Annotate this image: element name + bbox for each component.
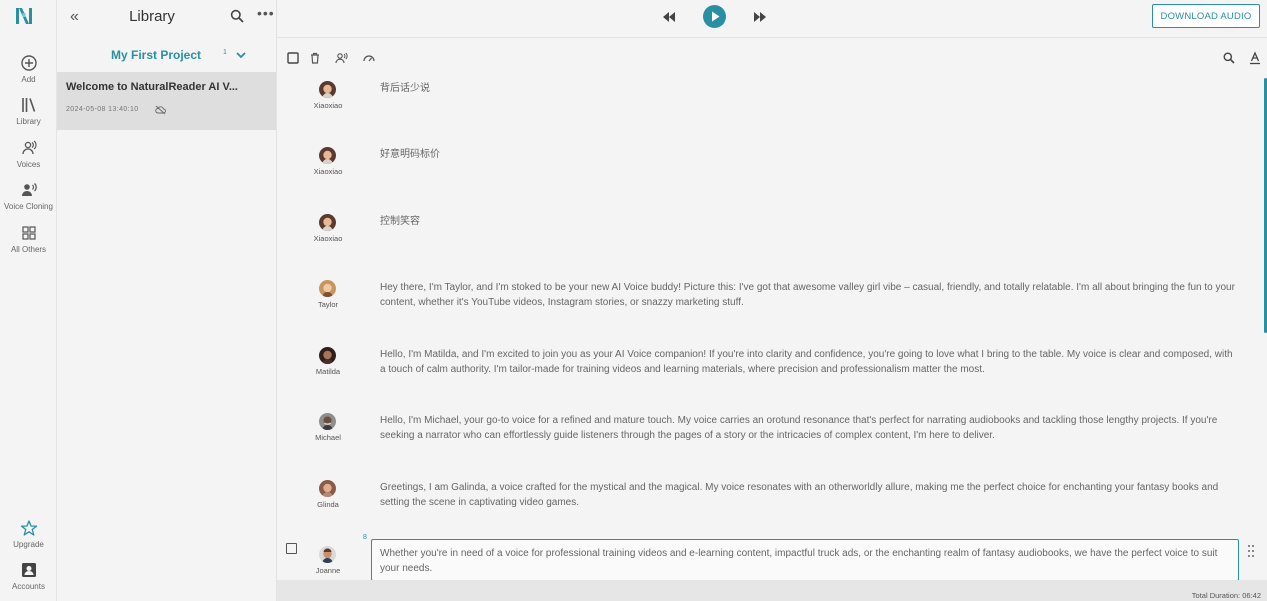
select-all-checkbox[interactable] [286, 51, 300, 65]
avatar[interactable] [319, 214, 336, 231]
voices-icon [21, 140, 36, 155]
search-icon[interactable] [230, 9, 244, 23]
avatar[interactable] [319, 546, 336, 563]
project-name[interactable]: My First Project [111, 48, 201, 62]
row-checkbox[interactable] [286, 543, 297, 554]
rail-accounts-label: Accounts [12, 582, 45, 591]
editor-toolbar [277, 46, 1267, 70]
document-editor: Xiaoxiao 背后话少说 Xiaoxiao 好意明码标价 Xiaoxiao … [277, 70, 1267, 580]
avatar[interactable] [319, 147, 336, 164]
app-logo-icon[interactable] [15, 7, 33, 25]
chevron-down-icon[interactable] [235, 49, 247, 61]
font-style-icon[interactable] [1248, 51, 1262, 65]
rail-voices[interactable]: Voices [0, 139, 57, 169]
avatar[interactable] [319, 81, 336, 98]
rail-library[interactable]: Library [0, 96, 57, 126]
library-header: « Library ••• [57, 0, 277, 34]
voice-assign-icon[interactable] [334, 51, 348, 65]
total-duration: Total Duration: 06:42 [1191, 591, 1261, 600]
rail-add[interactable]: Add [0, 54, 57, 84]
star-icon [20, 520, 37, 536]
document-item[interactable]: Welcome to NaturalReader AI V... 2024-05… [57, 72, 276, 130]
project-doc-count: 1 [223, 49, 227, 56]
drag-handle-icon[interactable] [1247, 544, 1255, 558]
plus-circle-icon [20, 55, 37, 71]
project-selector[interactable]: My First Project 1 [57, 44, 277, 66]
voice-name: Xiaoxiao [313, 234, 343, 243]
sentence-text[interactable]: 控制笑容 [380, 214, 1235, 229]
voice-name: Xiaoxiao [313, 101, 343, 110]
document-date: 2024-05-08 13:40:10 [66, 106, 139, 113]
sentence-text[interactable]: Greetings, I am Galinda, a voice crafted… [380, 480, 1235, 510]
trash-icon[interactable] [308, 51, 322, 65]
sentence-text[interactable]: Whether you're in need of a voice for pr… [380, 546, 1235, 576]
rail-upgrade-label: Upgrade [13, 540, 44, 549]
player-bar: DOWNLOAD AUDIO [277, 0, 1267, 38]
voice-name: Joanne [315, 566, 341, 575]
find-icon[interactable] [1222, 51, 1236, 65]
voice-name: Michael [315, 433, 341, 442]
play-icon [712, 11, 720, 22]
rail-library-label: Library [16, 117, 41, 126]
rail-add-label: Add [21, 75, 36, 84]
rail-accounts[interactable]: Accounts [0, 561, 57, 591]
rail-voices-label: Voices [16, 160, 41, 169]
grid-icon [21, 226, 36, 240]
avatar[interactable] [319, 413, 336, 430]
avatar[interactable] [319, 280, 336, 297]
voice-name: Glinda [317, 500, 339, 509]
fast-forward-icon[interactable] [753, 11, 767, 23]
avatar[interactable] [319, 347, 336, 364]
account-icon [21, 563, 36, 577]
play-button[interactable] [703, 5, 726, 28]
rail-all-others[interactable]: All Others [0, 224, 57, 254]
voice-name: Taylor [317, 300, 338, 309]
rail-voice-cloning-label: Voice Cloning [4, 202, 53, 211]
status-footer: Total Duration: 06:42 [277, 580, 1267, 601]
left-rail: Add Library Voices Voice Cloning All Oth… [0, 0, 57, 601]
more-options-icon[interactable]: ••• [257, 5, 275, 21]
sentence-text[interactable]: 背后话少说 [380, 81, 1235, 96]
document-title: Welcome to NaturalReader AI V... [66, 81, 238, 93]
rail-upgrade[interactable]: Upgrade [0, 519, 57, 549]
rewind-icon[interactable] [662, 11, 676, 23]
sentence-text[interactable]: 好意明码标价 [380, 147, 1235, 162]
download-audio-button[interactable]: DOWNLOAD AUDIO [1152, 4, 1260, 28]
sentence-text[interactable]: Hello, I'm Michael, your go-to voice for… [380, 413, 1235, 443]
avatar[interactable] [319, 480, 336, 497]
voice-name: Xiaoxiao [313, 167, 343, 176]
voice-cloning-icon [21, 183, 37, 196]
voice-name: Matilda [315, 367, 341, 376]
sentence-text[interactable]: Hey there, I'm Taylor, and I'm stoked to… [380, 280, 1235, 310]
library-panel: « Library ••• My First Project 1 Welcome… [57, 0, 277, 601]
library-icon [21, 98, 35, 112]
cloud-off-icon [155, 105, 166, 115]
library-title: Library [129, 8, 175, 25]
sentence-text[interactable]: Hello, I'm Matilda, and I'm excited to j… [380, 347, 1235, 377]
rail-voice-cloning[interactable]: Voice Cloning [0, 181, 57, 211]
speed-gauge-icon[interactable] [362, 51, 376, 65]
rail-all-others-label: All Others [10, 245, 47, 254]
sentence-index: 8 [363, 534, 367, 541]
